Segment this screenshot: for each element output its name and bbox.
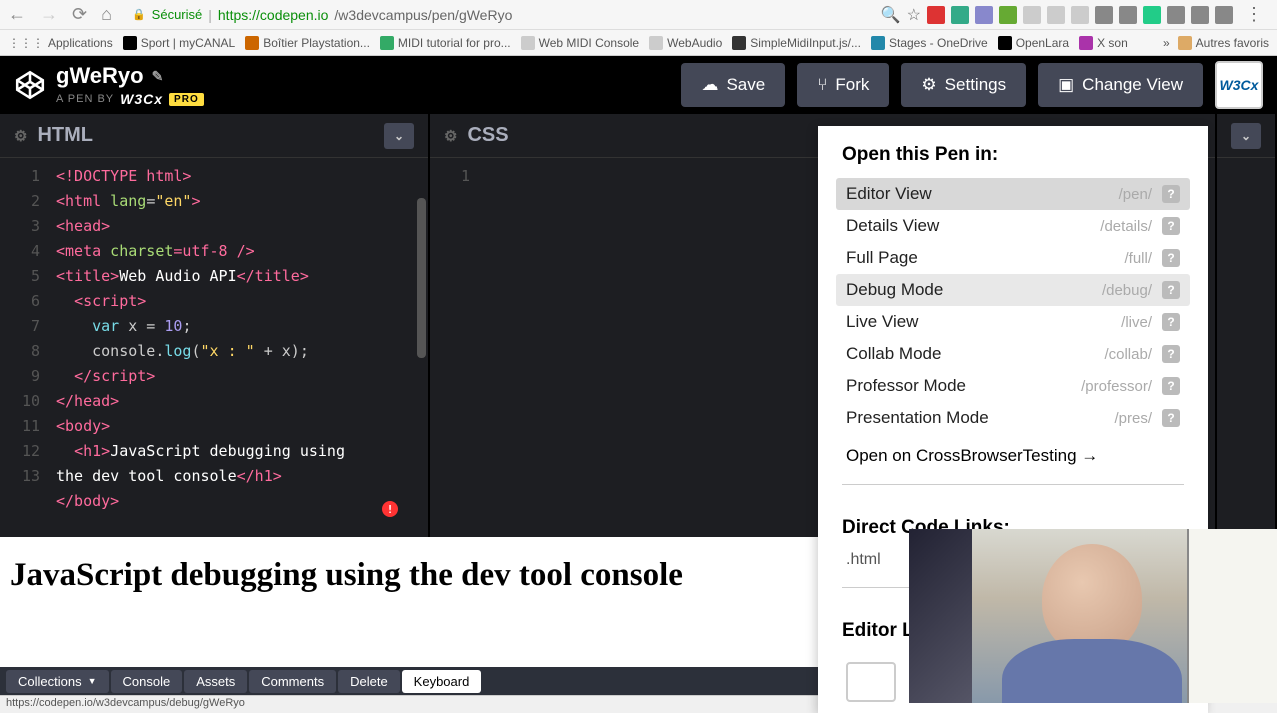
- browser-toolbar: ← → ⟳ ⌂ 🔒 Sécurisé | https://codepen.io/…: [0, 0, 1277, 30]
- edit-title-icon[interactable]: ✎: [152, 68, 164, 85]
- ext-icon-11[interactable]: [1167, 6, 1185, 24]
- delete-button[interactable]: Delete: [338, 670, 400, 693]
- bookmark-item[interactable]: Stages - OneDrive: [871, 36, 988, 50]
- zoom-icon[interactable]: 🔍: [881, 5, 901, 25]
- keyboard-button[interactable]: Keyboard: [402, 670, 482, 693]
- url-path: /w3devcampus/pen/gWeRyo: [334, 7, 512, 23]
- bookmark-item[interactable]: X son: [1079, 36, 1128, 50]
- help-icon[interactable]: ?: [1162, 217, 1180, 235]
- other-bookmarks[interactable]: Autres favoris: [1178, 36, 1269, 50]
- js-dropdown-icon[interactable]: ⌄: [1231, 123, 1261, 149]
- bookmarks-overflow[interactable]: »: [1163, 36, 1170, 50]
- scrollbar[interactable]: [417, 198, 426, 358]
- css-label: CSS: [467, 124, 508, 147]
- avatar[interactable]: W3Cx: [1215, 61, 1263, 109]
- view-option-collab-mode[interactable]: Collab Mode/collab/?: [836, 338, 1190, 370]
- url-origin: https://codepen.io: [218, 7, 329, 23]
- layout-option[interactable]: [846, 662, 896, 702]
- html-label: HTML: [37, 124, 93, 147]
- ext-icon-1[interactable]: [927, 6, 945, 24]
- settings-button[interactable]: ⚙Settings: [901, 63, 1026, 107]
- html-pane: ⚙ HTML ⌄ 12345678910111213 <!DOCTYPE htm…: [0, 114, 430, 537]
- byline-prefix: A PEN BY: [56, 93, 114, 105]
- codepen-header: gWeRyo ✎ A PEN BY W3Cx PRO ☁Save ⑂Fork ⚙…: [0, 56, 1277, 114]
- author-link[interactable]: W3Cx: [120, 91, 163, 107]
- view-option-presentation-mode[interactable]: Presentation Mode/pres/?: [836, 402, 1190, 434]
- browser-right-icons: 🔍 ☆ ⋮: [881, 4, 1269, 25]
- help-icon[interactable]: ?: [1162, 281, 1180, 299]
- html-code-link[interactable]: .html: [846, 551, 881, 569]
- assets-button[interactable]: Assets: [184, 670, 247, 693]
- html-editor[interactable]: 12345678910111213 <!DOCTYPE html> <html …: [0, 158, 428, 537]
- ext-icon-4[interactable]: [999, 6, 1017, 24]
- ext-icon-3[interactable]: [975, 6, 993, 24]
- browser-menu[interactable]: ⋮: [1239, 4, 1269, 25]
- help-icon[interactable]: ?: [1162, 377, 1180, 395]
- console-button[interactable]: Console: [111, 670, 183, 693]
- presenter-video: [972, 529, 1187, 703]
- cloud-icon: ☁: [701, 75, 718, 95]
- help-icon[interactable]: ?: [1162, 185, 1180, 203]
- change-view-button[interactable]: ▣Change View: [1038, 63, 1203, 107]
- help-icon[interactable]: ?: [1162, 409, 1180, 427]
- open-cbt-link[interactable]: Open on CrossBrowserTesting →: [818, 434, 1208, 478]
- bookmark-item[interactable]: MIDI tutorial for pro...: [380, 36, 511, 50]
- ext-icon-6[interactable]: [1047, 6, 1065, 24]
- save-button[interactable]: ☁Save: [681, 63, 785, 107]
- help-icon[interactable]: ?: [1162, 249, 1180, 267]
- view-option-professor-mode[interactable]: Professor Mode/professor/?: [836, 370, 1190, 402]
- bookmark-item[interactable]: Boîtier Playstation...: [245, 36, 370, 50]
- pen-title[interactable]: gWeRyo: [56, 63, 144, 89]
- ext-icon-12[interactable]: [1191, 6, 1209, 24]
- js-pane: ⌄: [1217, 114, 1277, 537]
- help-icon[interactable]: ?: [1162, 345, 1180, 363]
- fork-icon: ⑂: [817, 75, 827, 95]
- video-overlay: [909, 529, 1277, 703]
- apps-button[interactable]: ⋮⋮⋮Applications: [8, 36, 113, 50]
- error-icon[interactable]: !: [382, 501, 398, 517]
- codepen-logo-icon[interactable]: [14, 69, 46, 101]
- bookmark-item[interactable]: WebAudio: [649, 36, 722, 50]
- html-dropdown-icon[interactable]: ⌄: [384, 123, 414, 149]
- pro-badge: PRO: [169, 93, 204, 106]
- view-panel-heading: Open this Pen in:: [818, 126, 1208, 178]
- collections-button[interactable]: Collections▼: [6, 670, 109, 693]
- bookmark-item[interactable]: Web MIDI Console: [521, 36, 639, 50]
- ext-icon-5[interactable]: [1023, 6, 1041, 24]
- reload-button[interactable]: ⟳: [72, 4, 87, 25]
- secure-label: Sécurisé: [152, 7, 203, 22]
- layout-icon: ▣: [1058, 75, 1074, 95]
- back-button[interactable]: ←: [8, 4, 26, 25]
- view-option-full-page[interactable]: Full Page/full/?: [836, 242, 1190, 274]
- view-option-details-view[interactable]: Details View/details/?: [836, 210, 1190, 242]
- star-icon[interactable]: ☆: [907, 5, 921, 25]
- bookmark-item[interactable]: OpenLara: [998, 36, 1069, 50]
- bookmark-item[interactable]: Sport | myCANAL: [123, 36, 235, 50]
- css-settings-icon[interactable]: ⚙: [444, 127, 457, 145]
- comments-button[interactable]: Comments: [249, 670, 336, 693]
- view-option-editor-view[interactable]: Editor View/pen/?: [836, 178, 1190, 210]
- ext-icon-9[interactable]: [1119, 6, 1137, 24]
- bookmark-item[interactable]: SimpleMidiInput.js/...: [732, 36, 861, 50]
- ext-icon-7[interactable]: [1071, 6, 1089, 24]
- html-settings-icon[interactable]: ⚙: [14, 127, 27, 145]
- bookmarks-bar: ⋮⋮⋮Applications Sport | myCANAL Boîtier …: [0, 30, 1277, 56]
- ext-icon-10[interactable]: [1143, 6, 1161, 24]
- lock-icon: 🔒: [132, 8, 146, 21]
- ext-icon-8[interactable]: [1095, 6, 1113, 24]
- view-option-debug-mode[interactable]: Debug Mode/debug/?: [836, 274, 1190, 306]
- forward-button[interactable]: →: [40, 4, 58, 25]
- ext-icon-13[interactable]: [1215, 6, 1233, 24]
- view-option-live-view[interactable]: Live View/live/?: [836, 306, 1190, 338]
- address-bar[interactable]: 🔒 Sécurisé | https://codepen.io/w3devcam…: [124, 7, 869, 23]
- ext-icon-2[interactable]: [951, 6, 969, 24]
- fork-button[interactable]: ⑂Fork: [797, 63, 889, 107]
- gear-icon: ⚙: [921, 75, 936, 95]
- help-icon[interactable]: ?: [1162, 313, 1180, 331]
- home-button[interactable]: ⌂: [101, 4, 112, 25]
